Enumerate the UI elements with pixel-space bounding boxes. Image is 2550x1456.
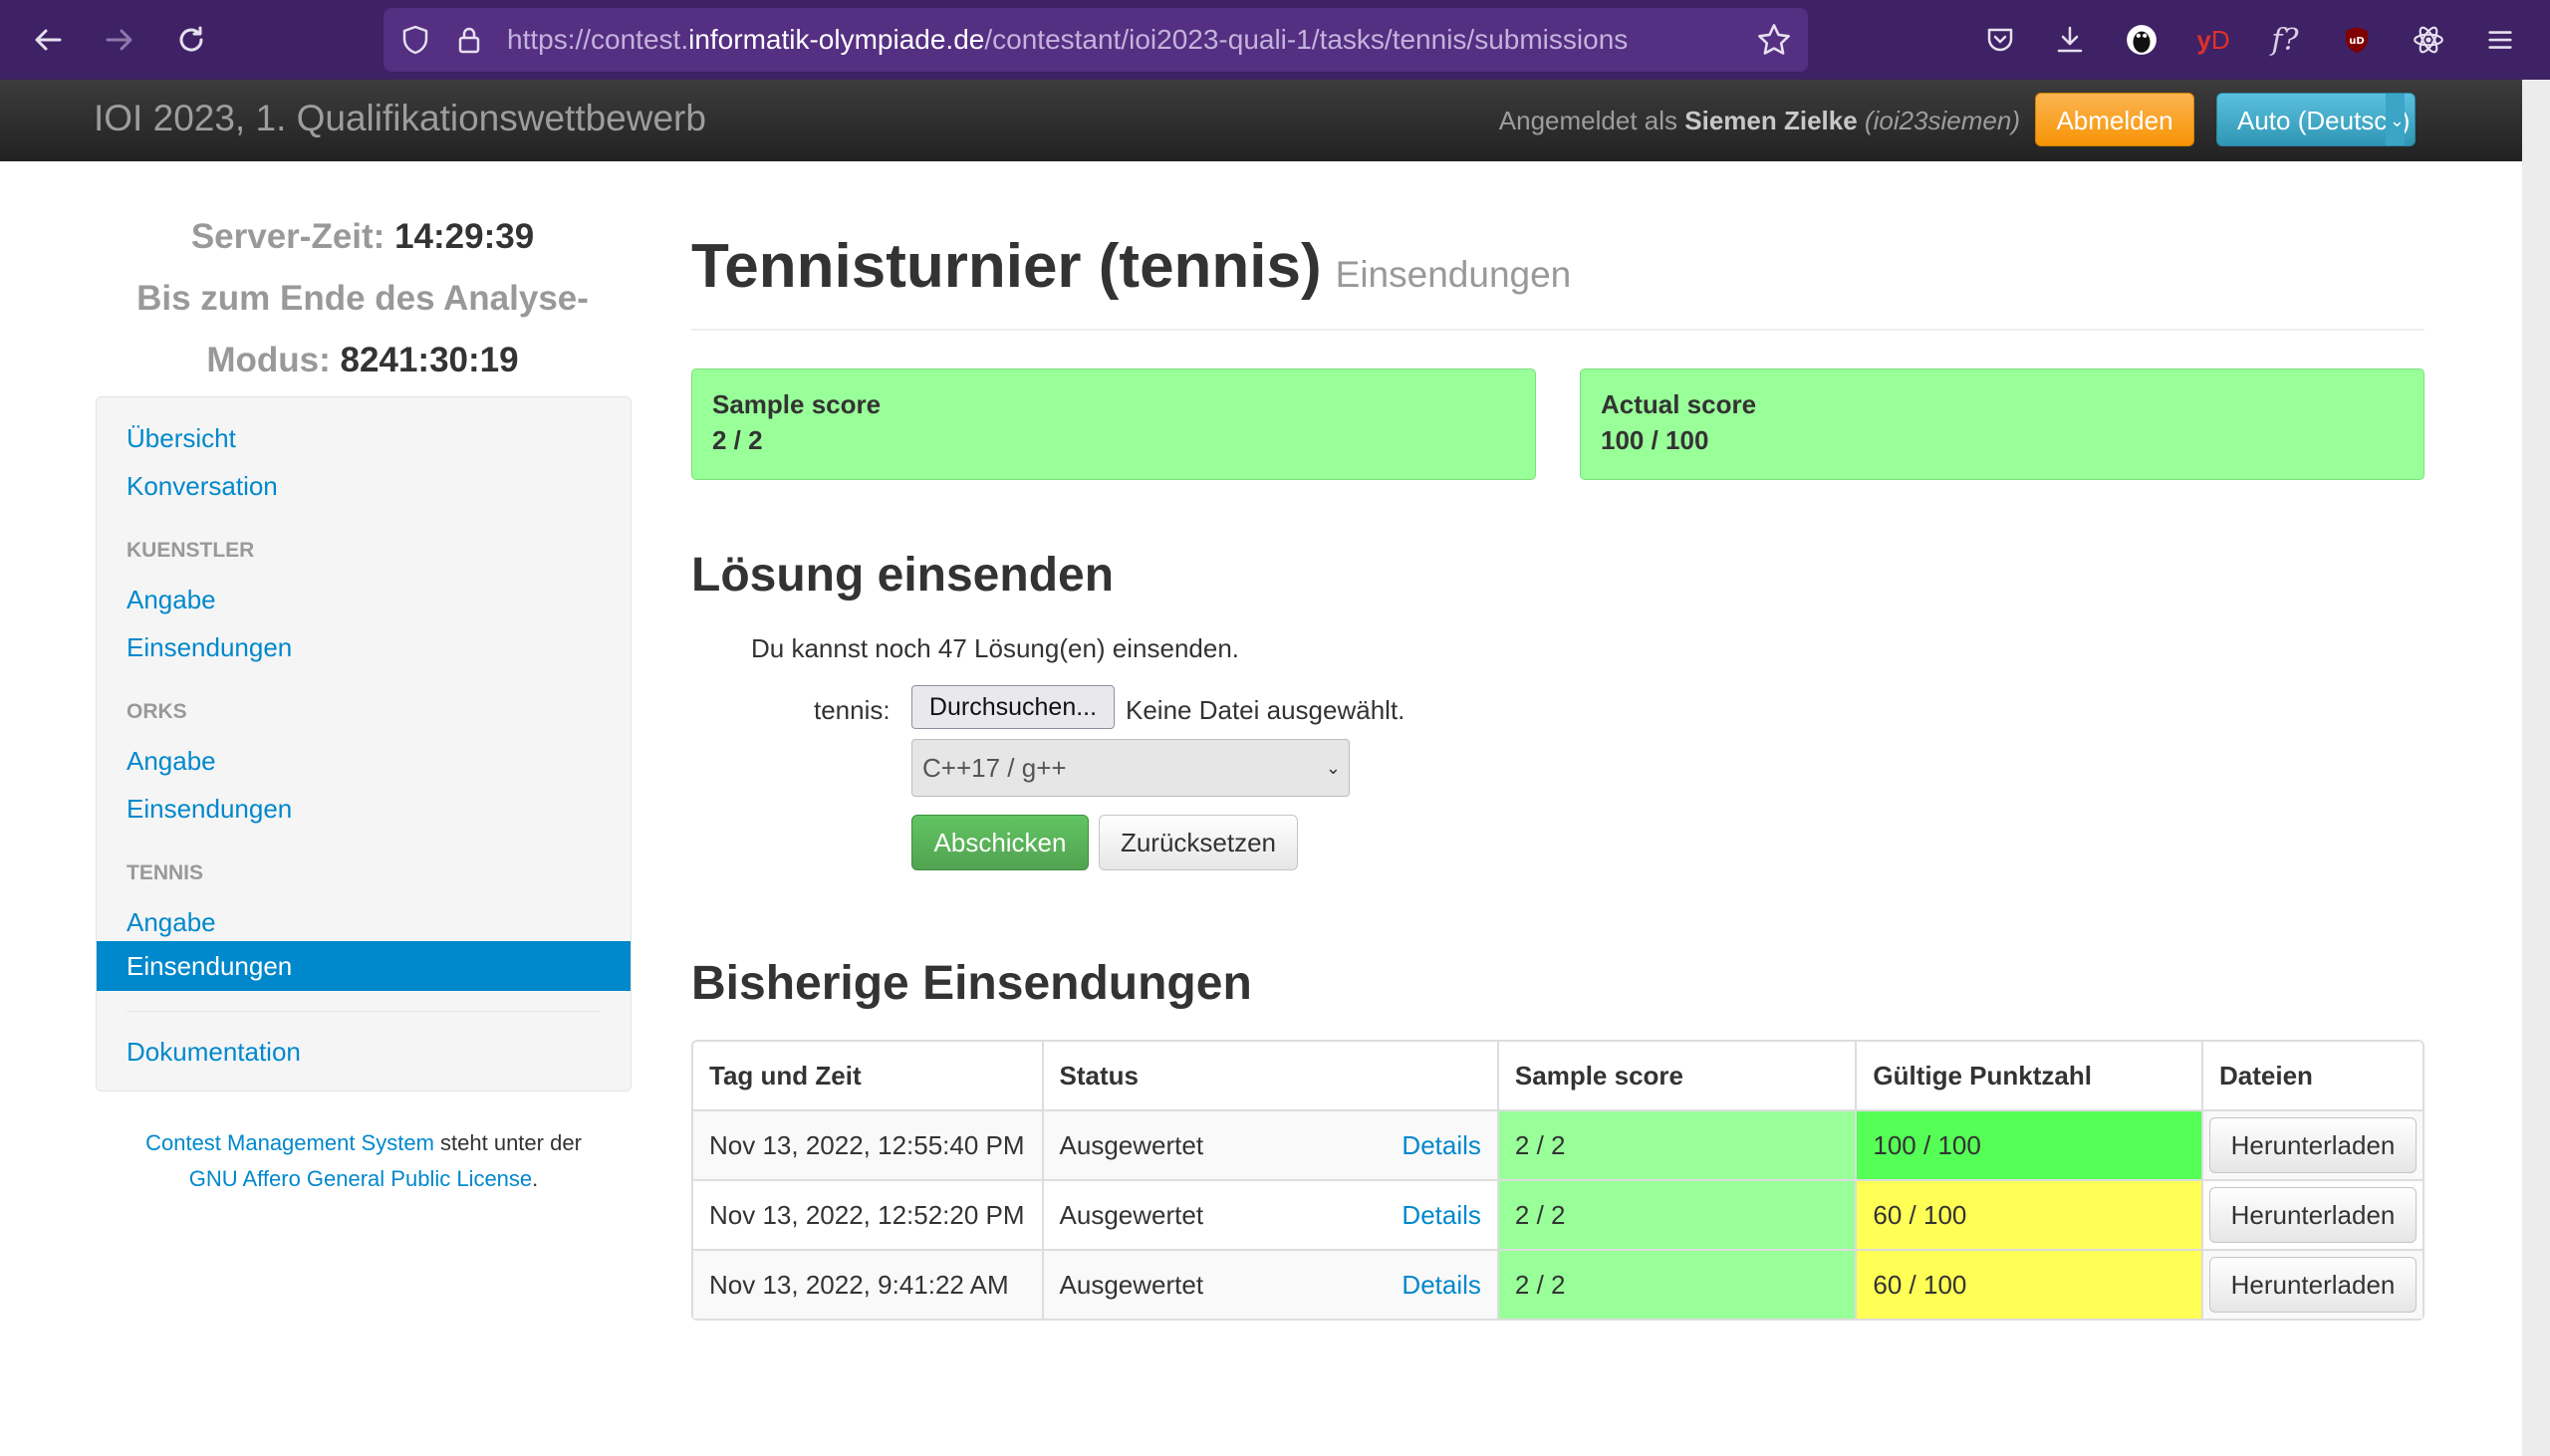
contest-navbar: IOI 2023, 1. Qualifikationswettbewerb An… — [0, 80, 2522, 161]
arrow-left-icon — [35, 29, 62, 51]
menu-hamburger-icon[interactable] — [2476, 16, 2524, 64]
sidebar-item-tennis-submissions[interactable]: Einsendungen — [97, 941, 631, 991]
contest-title[interactable]: IOI 2023, 1. Qualifikationswettbewerb — [94, 80, 706, 157]
submission-score: 60 / 100 — [1855, 1249, 2201, 1319]
logged-in-info: Angemeldet als Siemen Zielke (ioi23sieme… — [1498, 106, 2020, 135]
submit-button[interactable]: Abschicken — [911, 815, 1089, 870]
back-button[interactable] — [24, 16, 72, 64]
cms-link[interactable]: Contest Management System — [145, 1130, 434, 1155]
license-footer: Contest Management System steht unter de… — [145, 1130, 582, 1191]
actual-score-box: Actual score 100 / 100 — [1580, 368, 2424, 480]
title-divider — [691, 329, 2424, 331]
page-title: Tennisturnier (tennis) Einsendungen — [691, 232, 1572, 301]
extension-yd-icon[interactable]: yD — [2189, 16, 2237, 64]
table-header-row: Tag und Zeit Status Sample score Gültige… — [693, 1042, 2422, 1109]
selected-file-text: Keine Datei ausgewählt. — [1126, 695, 1405, 725]
details-link[interactable]: Details — [1402, 1251, 1480, 1319]
bookmark-star-icon[interactable] — [1756, 22, 1792, 58]
download-icon[interactable] — [2046, 16, 2094, 64]
sidebar-header-kuenstler: KUENSTLER — [127, 539, 255, 562]
submission-score: 100 / 100 — [1855, 1109, 2201, 1179]
sidebar-item-documentation[interactable]: Dokumentation — [127, 1037, 301, 1068]
sidebar: Übersicht Konversation KUENSTLER Angabe … — [96, 396, 632, 1092]
submission-time: Nov 13, 2022, 9:41:22 AM — [693, 1249, 1042, 1319]
sample-score-box: Sample score 2 / 2 — [691, 368, 1536, 480]
download-button[interactable]: Herunterladen — [2209, 1187, 2417, 1243]
previous-submissions-heading: Bisherige Einsendungen — [691, 957, 1252, 1010]
browse-file-button[interactable]: Durchsuchen... — [911, 685, 1115, 729]
sidebar-item-overview[interactable]: Übersicht — [127, 423, 236, 454]
download-button[interactable]: Herunterladen — [2209, 1257, 2417, 1313]
sidebar-header-orks: ORKS — [127, 700, 187, 723]
remaining-submissions-text: Du kannst noch 47 Lösung(en) einsenden. — [751, 633, 1240, 663]
sidebar-header-tennis: TENNIS — [127, 861, 204, 884]
column-header-time: Tag und Zeit — [709, 1060, 862, 1091]
react-devtools-icon[interactable] — [2405, 16, 2452, 64]
forward-button[interactable] — [96, 16, 143, 64]
sidebar-divider — [127, 1011, 601, 1012]
submission-time: Nov 13, 2022, 12:55:40 PM — [693, 1109, 1042, 1179]
address-bar[interactable]: https://contest.informatik-olympiade.de/… — [383, 8, 1808, 72]
server-time: 14:29:39 — [394, 217, 535, 256]
sidebar-item-orks-submissions[interactable]: Einsendungen — [127, 794, 292, 825]
submission-language-select[interactable]: C++17 / g++ ⌄ — [911, 739, 1350, 797]
submission-files: Herunterladen — [2201, 1109, 2422, 1179]
reload-button[interactable] — [167, 16, 215, 64]
submit-heading: Lösung einsenden — [691, 549, 1115, 602]
extension-penguin-icon[interactable] — [2118, 16, 2166, 64]
language-select[interactable]: Auto (Deutsch) ⌄ — [2216, 93, 2416, 146]
scrollbar[interactable] — [2522, 80, 2550, 1456]
reset-button[interactable]: Zurücksetzen — [1099, 815, 1298, 870]
page-content: Server-Zeit: 14:29:39 Bis zum Ende des A… — [0, 161, 2522, 1456]
svg-text:uD: uD — [2349, 36, 2364, 47]
submission-time: Nov 13, 2022, 12:52:20 PM — [693, 1179, 1042, 1249]
arrow-right-icon — [106, 29, 132, 51]
details-link[interactable]: Details — [1402, 1181, 1480, 1249]
column-header-score: Gültige Punktzahl — [1855, 1042, 2201, 1109]
logout-button[interactable]: Abmelden — [2035, 93, 2194, 146]
sidebar-item-kuenstler-statement[interactable]: Angabe — [127, 585, 216, 615]
extension-function-icon[interactable]: f? — [2261, 16, 2309, 64]
column-header-files: Dateien — [2201, 1042, 2422, 1109]
ublock-icon[interactable]: uD — [2333, 16, 2381, 64]
url-text: https://contest.informatik-olympiade.de/… — [507, 24, 1629, 55]
chevron-down-icon: ⌄ — [1325, 758, 1341, 778]
clock-panel: Server-Zeit: 14:29:39 Bis zum Ende des A… — [136, 217, 589, 379]
reload-icon — [179, 26, 203, 52]
submission-status: Ausgewertet Details — [1041, 1249, 1497, 1319]
table-row: Nov 13, 2022, 9:41:22 AM Ausgewertet Detai… — [693, 1249, 2422, 1319]
download-button[interactable]: Herunterladen — [2209, 1117, 2417, 1173]
file-field-label: tennis: — [814, 695, 891, 725]
submission-sample-score: 2 / 2 — [1496, 1109, 1856, 1179]
submission-files: Herunterladen — [2201, 1249, 2422, 1319]
submission-status: Ausgewertet Details — [1041, 1179, 1497, 1249]
details-link[interactable]: Details — [1402, 1111, 1480, 1179]
sidebar-item-tennis-statement[interactable]: Angabe — [127, 907, 216, 938]
column-header-sample-score: Sample score — [1496, 1042, 1855, 1109]
submissions-table: Tag und Zeit Status Sample score Gültige… — [691, 1040, 2424, 1321]
actual-score-value: 100 / 100 — [1601, 425, 1709, 455]
browser-toolbar: https://contest.informatik-olympiade.de/… — [0, 0, 2550, 80]
submission-sample-score: 2 / 2 — [1496, 1179, 1856, 1249]
page-subtitle: Einsendungen — [1335, 254, 1572, 295]
pocket-icon[interactable] — [1976, 16, 2024, 64]
table-row: Nov 13, 2022, 12:55:40 PM Ausgewertet Deta… — [693, 1109, 2422, 1179]
analysis-remaining-time: 8241:30:19 — [340, 341, 519, 379]
sidebar-item-conversation[interactable]: Konversation — [127, 471, 278, 502]
lock-icon — [458, 27, 480, 54]
sidebar-item-kuenstler-submissions[interactable]: Einsendungen — [127, 632, 292, 663]
table-row: Nov 13, 2022, 12:52:20 PM Ausgewertet Deta… — [693, 1179, 2422, 1249]
submission-sample-score: 2 / 2 — [1496, 1249, 1856, 1319]
submission-score: 60 / 100 — [1855, 1179, 2201, 1249]
chevron-down-icon: ⌄ — [2385, 94, 2405, 145]
submission-files: Herunterladen — [2201, 1179, 2422, 1249]
submission-status: Ausgewertet Details — [1041, 1109, 1497, 1179]
license-link[interactable]: GNU Affero General Public License — [189, 1166, 532, 1191]
column-header-status: Status — [1041, 1042, 1497, 1109]
sample-score-value: 2 / 2 — [712, 425, 763, 455]
shield-icon — [402, 25, 428, 55]
sidebar-item-orks-statement[interactable]: Angabe — [127, 746, 216, 777]
